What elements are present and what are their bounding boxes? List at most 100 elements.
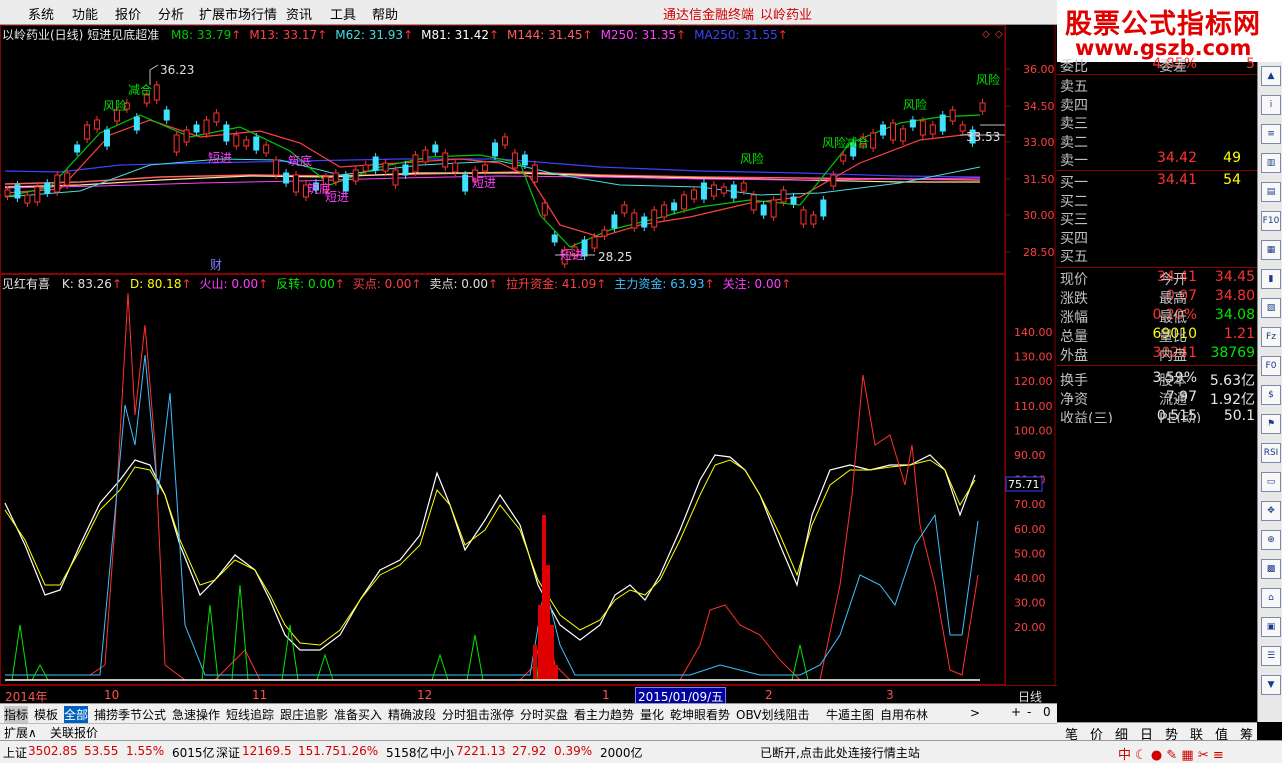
bars-icon[interactable]: ▩ (1261, 559, 1281, 579)
flag-icon[interactable]: ⚑ (1261, 414, 1281, 434)
app-title: 通达信金融终端 (663, 8, 755, 23)
scroll-down-icon[interactable]: ▼ (1261, 675, 1281, 695)
stock-title: 以岭药业 (760, 8, 813, 23)
buy-bar (542, 515, 546, 680)
signal-risk-1: 风险 (103, 98, 127, 113)
indicator-tab-7[interactable]: 准备买入 (334, 706, 382, 723)
candle (4, 189, 11, 197)
candle (800, 209, 807, 225)
indicator-legend: 见红有喜 K: 83.26↑ D: 80.18↑ 火山: 0.00↑ 反转: 0.00… (2, 275, 791, 292)
indicator-tab-9[interactable]: 分时狙击涨停 (442, 706, 514, 723)
indicator-tab-1[interactable]: 模板 (34, 706, 58, 723)
f2-icon[interactable]: Fz (1261, 327, 1281, 347)
f0-icon[interactable]: F0 (1261, 356, 1281, 376)
candle (691, 189, 698, 200)
bl-items-item-5: 卖点: 0.00 (429, 277, 489, 291)
svg-text:◇: ◇ (982, 29, 990, 40)
quote-blank (1057, 423, 1257, 722)
indicator-tab-3[interactable]: 捕捞季节公式 (94, 706, 166, 723)
sz-value: 12169.5 (242, 744, 292, 758)
tray-icons[interactable]: 中 ☾ ● ✎ ▦ ✂ ≡ (1118, 744, 1224, 763)
buy-bar (533, 645, 537, 680)
order-book-row: 买四 (1060, 230, 1088, 247)
info-icon[interactable]: i (1261, 95, 1281, 115)
tab-expand[interactable]: 扩展∧ (4, 724, 37, 741)
f10-icon[interactable]: F10 (1261, 211, 1281, 231)
signal-short-entry-2: 短进 (325, 190, 349, 204)
indicator-rise-fund-line (5, 292, 979, 681)
indicator-tab-2[interactable]: 全部 (64, 706, 89, 723)
signal-short-entry-1: 短进 (208, 151, 232, 165)
rsi-icon[interactable]: RSI (1261, 443, 1281, 463)
candle (521, 154, 528, 166)
grid-icon[interactable]: ▦ (1261, 240, 1281, 260)
candle (601, 229, 608, 237)
depth-icon[interactable]: ▨ (1261, 298, 1281, 318)
candle (810, 214, 817, 225)
indicator-tab-5[interactable]: 短线追踪 (226, 706, 274, 723)
menu-quote[interactable]: 报价 (115, 4, 141, 23)
sz-amount: 5158亿 (386, 746, 429, 760)
signal-suanzhu-1: 筑底 (288, 153, 312, 168)
fund-icon[interactable]: $ (1261, 385, 1281, 405)
bl-items-item-0: K: 83.26 (61, 277, 112, 291)
candle (531, 164, 538, 183)
candle (203, 119, 210, 135)
zoom-in-button[interactable]: + (1011, 705, 1021, 719)
candle (44, 182, 51, 194)
indicator-tab-15[interactable]: 牛遁主图 (826, 706, 874, 723)
tl-items-item-5: M250: 31.35 (600, 28, 677, 42)
menu-tools[interactable]: 工具 (330, 4, 356, 23)
indicator-tab-13[interactable]: 乾坤眼看势 (670, 706, 730, 723)
tl-items-item-2: M62: 31.93 (335, 28, 404, 42)
home-icon[interactable]: ⌂ (1261, 588, 1281, 608)
indicator-tick-label: 120.00 (1014, 375, 1053, 388)
candle (511, 152, 518, 169)
candle (939, 114, 946, 132)
candle (780, 189, 787, 203)
zoom-reset-button[interactable]: 0 (1043, 705, 1051, 719)
indicator-tab-8[interactable]: 精确波段 (388, 706, 436, 723)
tab-related-quote[interactable]: 关联报价 (50, 724, 98, 741)
reversal-spike (431, 653, 449, 681)
calc-icon[interactable]: ▤ (1261, 182, 1281, 202)
sheet-icon[interactable]: ☰ (1261, 646, 1281, 666)
zx-pct: 0.39% (554, 744, 593, 758)
move-icon[interactable]: ✥ (1261, 501, 1281, 521)
menu-function[interactable]: 功能 (72, 4, 98, 23)
calendar-icon[interactable]: ▣ (1261, 617, 1281, 637)
list-icon[interactable]: ≡ (1261, 124, 1281, 144)
date-label-5: 2 (765, 688, 773, 702)
chart-icon[interactable]: ▥ (1261, 153, 1281, 173)
scroll-up-icon[interactable]: ▲ (1261, 66, 1281, 86)
indicator-tab-4[interactable]: 急速操作 (172, 706, 220, 723)
zoom-out-button[interactable]: - (1027, 705, 1031, 719)
menu-info[interactable]: 资讯 (286, 4, 312, 23)
menu-help[interactable]: 帮助 (372, 4, 398, 23)
candle (820, 199, 827, 217)
indicator-tab-12[interactable]: 量化 (640, 706, 664, 723)
connection-message[interactable]: 已断开,点击此处连接行情主站 (760, 744, 920, 761)
indicator-tab-6[interactable]: 跟庄追影 (280, 706, 328, 723)
menu-system[interactable]: 系统 (28, 4, 54, 23)
bar-icon[interactable]: ▮ (1261, 269, 1281, 289)
menu-analysis[interactable]: 分析 (158, 4, 184, 23)
right-toolbar: ▲ i ≡ ▥ ▤ F10 ▦ ▮ ▨ Fz F0 $ ⚑ RSI ▭ ✥ ⊕ ▩ ⌂ ▣ ☰ ▼ (1257, 62, 1282, 722)
indicator-tab-16[interactable]: 自用布林 (880, 706, 928, 723)
sh-pct: 1.55% (126, 744, 165, 758)
tabs-scroll-right-button[interactable]: > (970, 706, 980, 720)
svg-text:◇: ◇ (995, 29, 1003, 40)
bl-items-item-4: 买点: 0.00 (352, 277, 412, 291)
indicator-tab-11[interactable]: 看主力趋势 (574, 706, 634, 723)
chart-svg[interactable]: 36.00 34.50 33.00 31.50 30.00 28.50 140.00 130… (0, 25, 1057, 685)
candle (611, 214, 618, 229)
indicator-tab-0[interactable]: 指标 (4, 706, 29, 723)
indicator-tab-14[interactable]: OBV划线阻击 (736, 706, 810, 723)
reversal-spike (11, 624, 29, 681)
menu-ext-market[interactable]: 扩展市场行情 (199, 4, 277, 23)
tl-items-item-1: M13: 33.17 (249, 28, 318, 42)
indicator-tab-10[interactable]: 分时买盘 (520, 706, 568, 723)
kline-chart-area[interactable]: 36.00 34.50 33.00 31.50 30.00 28.50 140.00 130… (0, 25, 1057, 685)
ruler-icon[interactable]: ▭ (1261, 472, 1281, 492)
zoom-icon[interactable]: ⊕ (1261, 530, 1281, 550)
